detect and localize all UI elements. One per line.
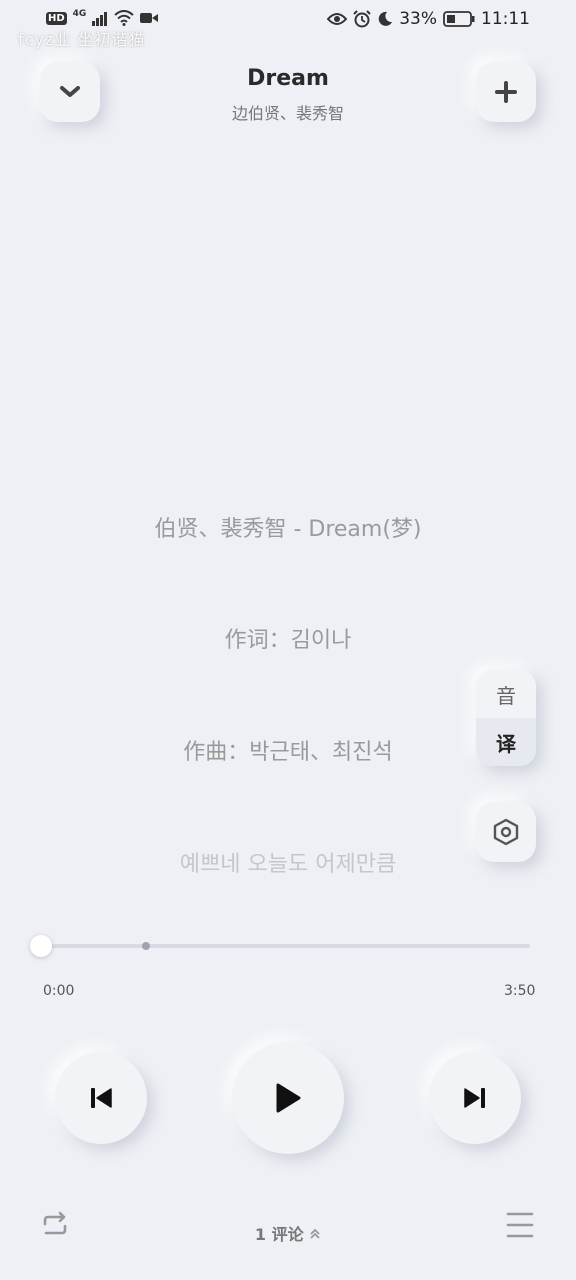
phonetic-tab[interactable]: 音 [476, 670, 536, 718]
settings-button[interactable] [476, 802, 536, 862]
add-button[interactable] [476, 62, 536, 122]
play-icon [276, 1083, 301, 1113]
video-icon [140, 13, 159, 23]
hexagon-settings-icon [493, 818, 519, 846]
plus-icon [495, 81, 517, 103]
moon-icon [378, 11, 393, 26]
wifi-icon [114, 10, 134, 26]
previous-button[interactable] [55, 1052, 147, 1144]
total-time: 3:50 [504, 983, 536, 999]
translation-tab[interactable]: 译 [476, 718, 536, 766]
progress-bar[interactable] [40, 944, 530, 948]
lyric-line[interactable]: 作词：김이나 [0, 622, 576, 654]
status-bar: HD 4G fcyz业 坐初谐猫 33% 11:11 [0, 0, 576, 49]
hd-badge: HD [46, 11, 67, 25]
menu-icon [506, 1212, 534, 1238]
lyric-line[interactable]: 伯贤、裴秀智 - Dream(梦) [0, 511, 576, 543]
battery-percent: 33% [399, 9, 437, 29]
skip-previous-icon [91, 1088, 112, 1108]
buffer-marker [142, 942, 150, 950]
battery-icon [443, 11, 475, 27]
clock: 11:11 [481, 9, 530, 29]
skip-next-icon [464, 1088, 485, 1108]
playlist-button[interactable] [506, 1210, 534, 1244]
comments-button[interactable]: 1 评论 [0, 1221, 576, 1245]
alarm-icon [353, 10, 371, 28]
current-time: 0:00 [43, 983, 75, 999]
chevron-up-double-icon [310, 1228, 320, 1239]
signal-icon [92, 12, 108, 26]
watermark: fcyz业 坐初谐猫 [18, 30, 146, 49]
progress-knob[interactable] [30, 935, 52, 957]
next-button[interactable] [429, 1052, 521, 1144]
comment-label: 评论 [271, 1225, 304, 1244]
eye-icon [327, 13, 348, 25]
comment-count: 1 [254, 1225, 266, 1244]
play-button[interactable] [232, 1042, 344, 1154]
network-type: 4G [72, 9, 87, 19]
lyric-mode-toggle[interactable]: 音 译 [476, 670, 536, 766]
